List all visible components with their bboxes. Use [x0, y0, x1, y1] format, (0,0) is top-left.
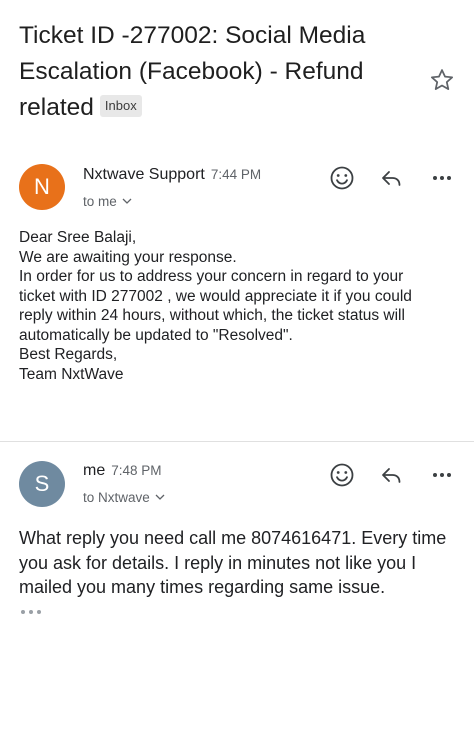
body-line: automatically be updated to "Resolved".: [19, 326, 293, 344]
ellipsis-icon[interactable]: [19, 606, 43, 618]
emoji-reaction-icon[interactable]: [327, 460, 357, 490]
recipient-text: to Nxtwave: [83, 490, 150, 505]
message-body: Dear Sree Balaji, We are awaiting your r…: [19, 228, 464, 384]
more-options-icon[interactable]: [427, 460, 457, 490]
email-subject-header: Ticket ID -277002: Social Media Escalati…: [19, 18, 419, 126]
reply-icon[interactable]: [377, 163, 407, 193]
sender-line[interactable]: me 7:48 PM: [83, 462, 162, 480]
emoji-reaction-icon[interactable]: [327, 163, 357, 193]
more-options-icon[interactable]: [427, 163, 457, 193]
body-line: We are awaiting your response.: [19, 248, 237, 266]
avatar: N: [19, 164, 65, 210]
message-body: What reply you need call me 8074616471. …: [19, 528, 447, 597]
body-line: reply within 24 hours, without which, th…: [19, 307, 405, 324]
body-line: Dear Sree Balaji,: [19, 229, 137, 246]
sender-name: Nxtwave Support: [83, 166, 205, 183]
star-icon[interactable]: [428, 66, 456, 94]
email-subject: Ticket ID -277002: Social Media Escalati…: [19, 22, 366, 121]
message-divider: [0, 441, 474, 442]
avatar: S: [19, 461, 65, 507]
sender-name: me: [83, 462, 106, 479]
message-time: 7:48 PM: [111, 463, 162, 478]
message-time: 7:44 PM: [210, 167, 262, 182]
sender-line[interactable]: Nxtwave Support 7:44 PM: [83, 166, 261, 184]
recipient-details-toggle[interactable]: to me: [83, 194, 132, 209]
inbox-label-badge[interactable]: Inbox: [99, 95, 142, 117]
recipient-text: to me: [83, 194, 117, 209]
body-line: ticket with ID 277002 , we would appreci…: [19, 287, 412, 305]
body-line: Team NxtWave: [19, 365, 124, 383]
body-line: Best Regards,: [19, 346, 118, 363]
chevron-down-icon: [155, 494, 165, 500]
recipient-details-toggle[interactable]: to Nxtwave: [83, 490, 165, 505]
reply-icon[interactable]: [377, 460, 407, 490]
body-line: In order for us to address your concern …: [19, 268, 404, 285]
chevron-down-icon: [122, 198, 132, 204]
